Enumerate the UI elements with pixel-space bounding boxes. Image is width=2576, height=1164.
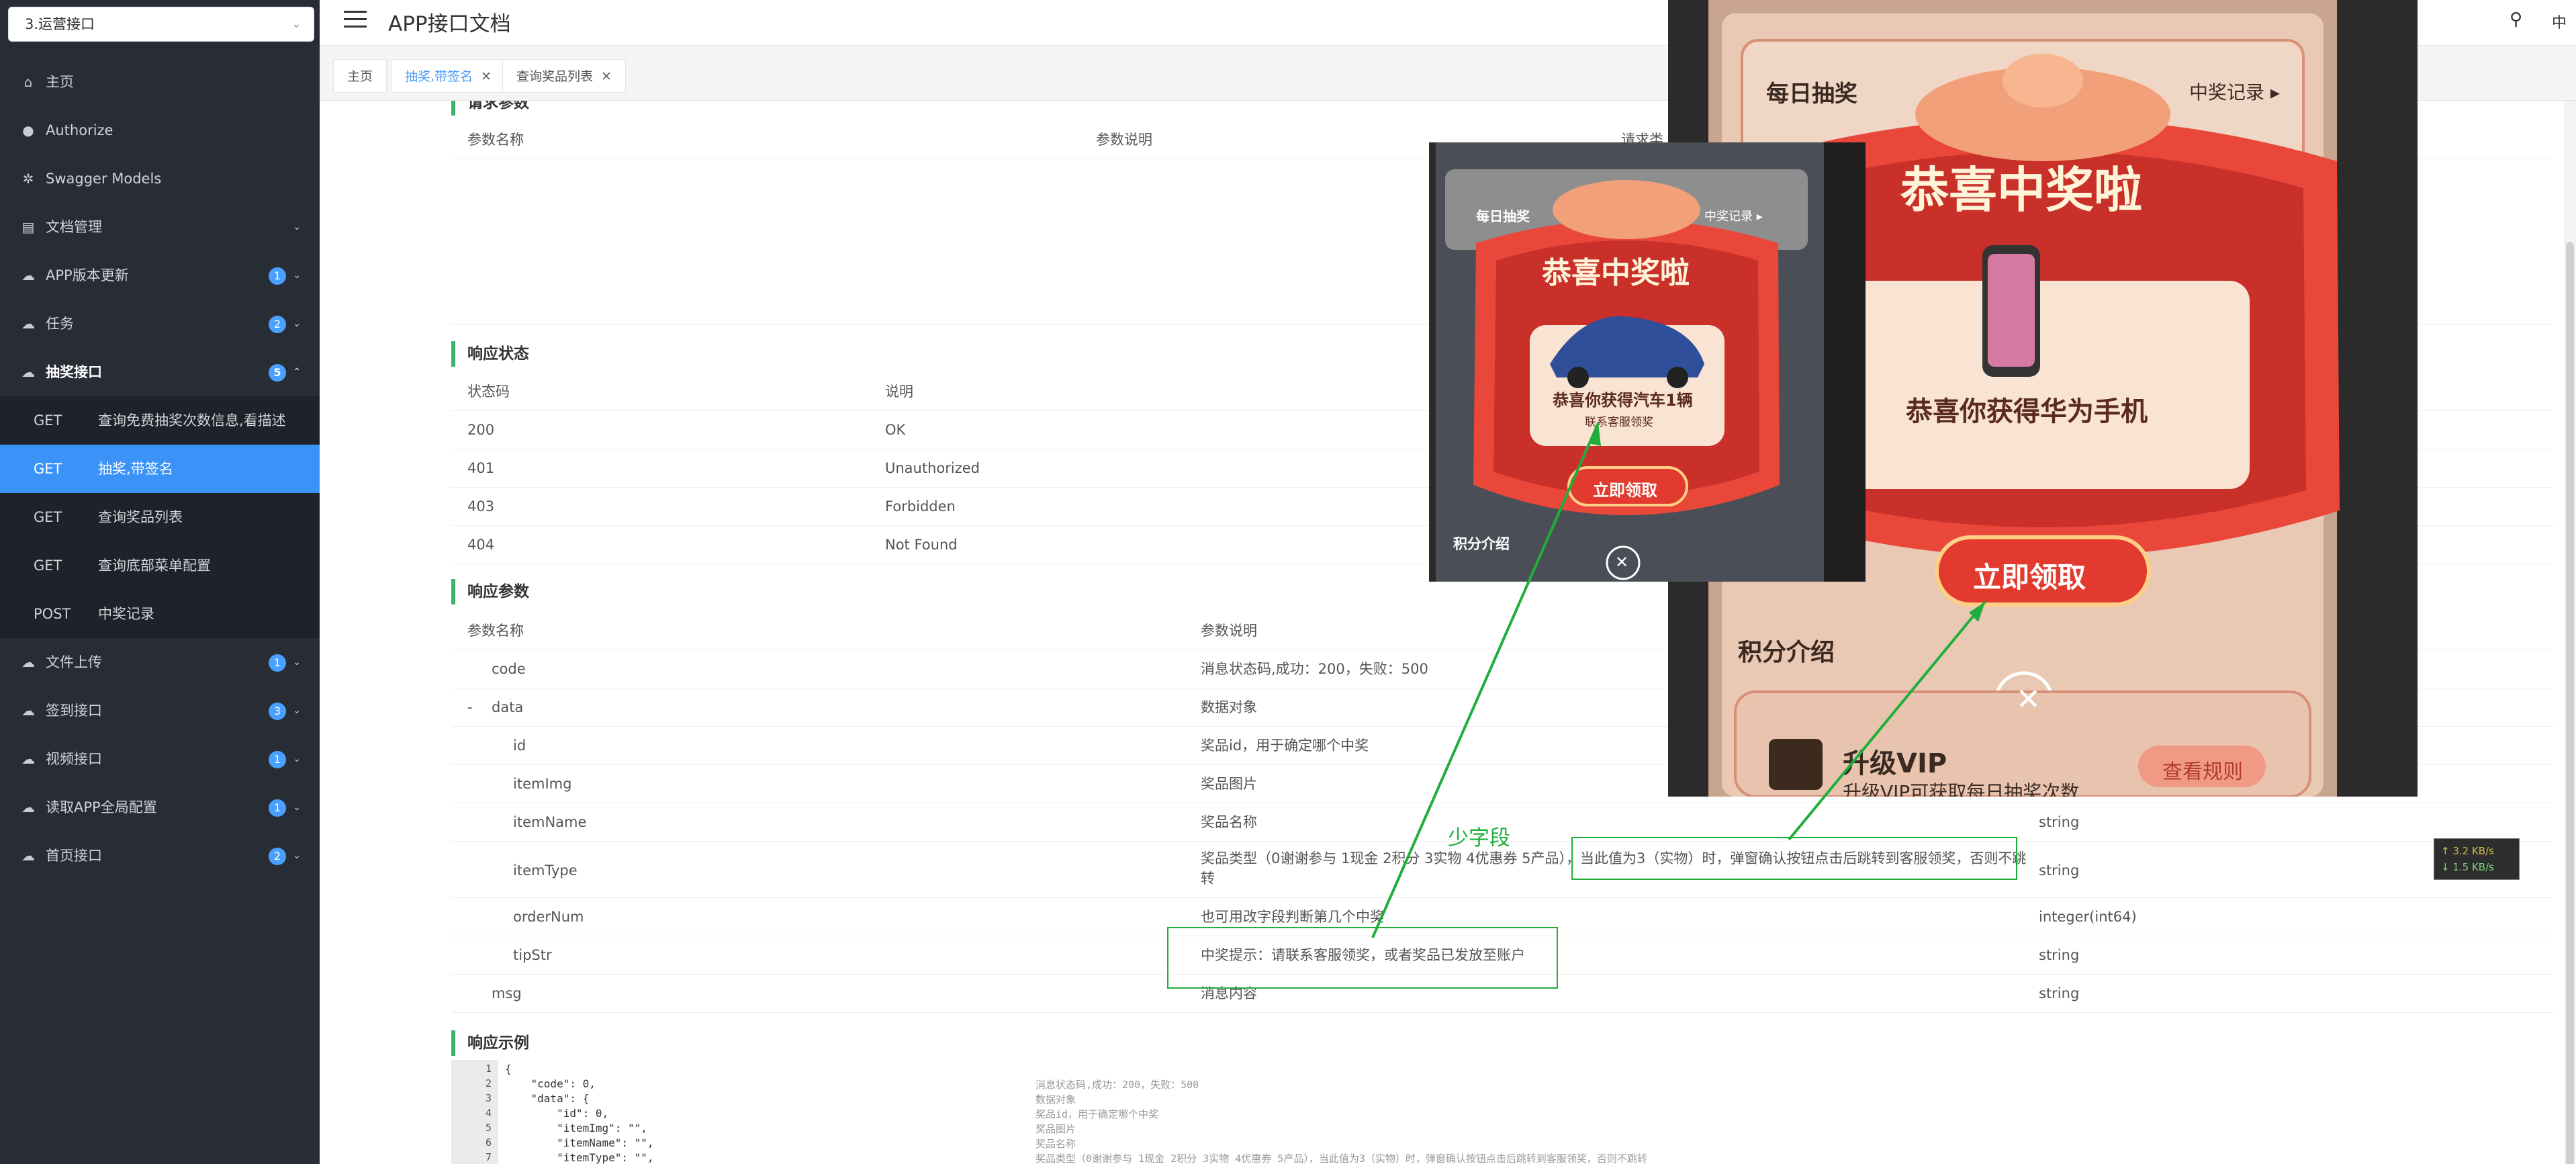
annotation-arrow-line	[1371, 422, 1600, 938]
annotation-arrow-head	[1589, 423, 1601, 446]
annotation-arrow-line	[1788, 600, 1986, 841]
annotation-arrows	[1371, 422, 1986, 938]
